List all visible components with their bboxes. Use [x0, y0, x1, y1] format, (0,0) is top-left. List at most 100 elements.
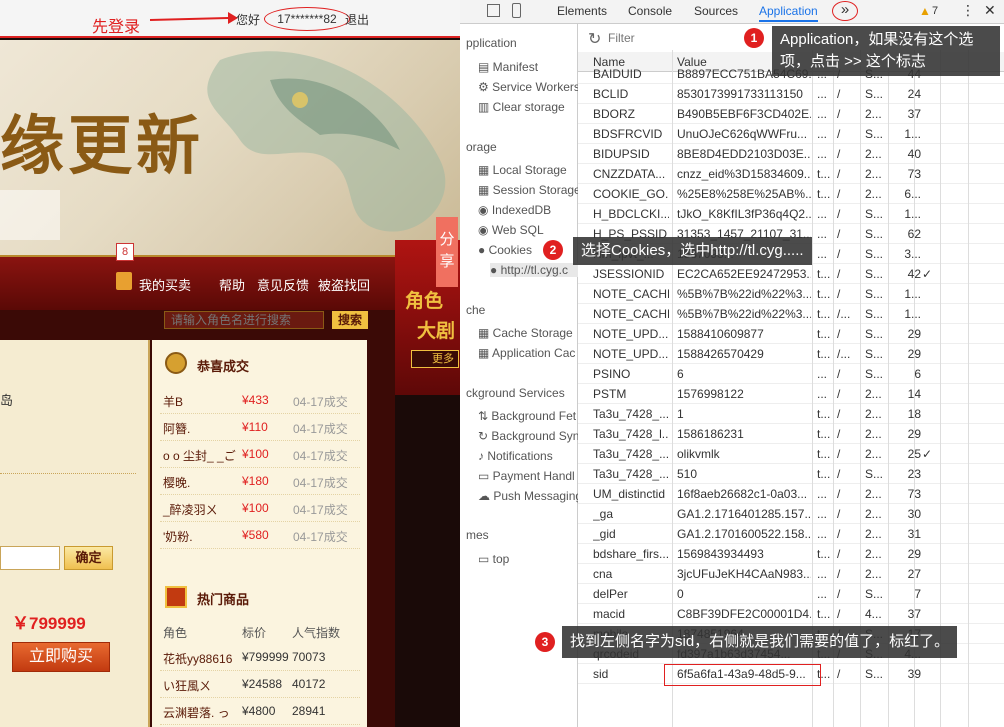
sidebar-item-clear-storage[interactable]: ▥ Clear storage: [478, 100, 565, 114]
deal-price: ¥180: [242, 474, 269, 488]
nav-recover[interactable]: 被盗找回: [318, 275, 370, 294]
cookie-c4: /: [837, 667, 841, 681]
cookie-icon: ●: [478, 243, 489, 257]
cookie-value: 8530173991733113150: [677, 87, 803, 101]
trophy-icon: [165, 352, 187, 374]
cookie-name: NOTE_UPD...: [593, 327, 669, 341]
more-tabs-button[interactable]: »: [832, 1, 858, 21]
sidebar-item-service-workers[interactable]: ⚙ Service Workers: [478, 80, 580, 94]
step-2-badge: 2: [543, 240, 563, 260]
sync-icon: ⇅: [478, 409, 492, 423]
cookie-c4: /: [837, 587, 841, 601]
sidebar-item-label: Cache Storage: [492, 326, 573, 340]
file-icon: ▤: [478, 60, 493, 74]
warning-icon: ▲: [919, 4, 931, 18]
cookie-name: sid: [593, 667, 609, 681]
cookie-name: PSTM: [593, 387, 627, 401]
menu-icon[interactable]: ⋮: [961, 2, 975, 19]
sidebar-item-app-cache[interactable]: ▦ Application Cac: [478, 346, 575, 360]
confirm-button[interactable]: 确定: [64, 546, 113, 570]
share-tab[interactable]: 分享: [436, 217, 458, 287]
sidebar-item-payment[interactable]: ▭ Payment Handl: [478, 469, 575, 483]
tab-elements[interactable]: Elements: [557, 4, 607, 18]
deal-row[interactable]: 樱晚. ¥180 04-17成交: [160, 468, 360, 495]
more-button[interactable]: 更多: [411, 350, 459, 368]
cookie-name: BIDUPSID: [593, 147, 650, 161]
cookie-value: cnzz_eid%3D15834609...: [677, 167, 811, 181]
cookie-c6: 1...: [904, 287, 921, 301]
search-button[interactable]: 搜索: [332, 311, 368, 329]
sidebar-item-label: http://tl.cyg.c: [500, 263, 568, 277]
sidebar-item-session-storage[interactable]: ▦ Session Storage: [478, 183, 581, 197]
cookie-c4: /: [837, 227, 841, 241]
close-icon[interactable]: ✕: [984, 2, 996, 19]
sidebar-item-label: Manifest: [492, 60, 539, 74]
deal-name: 羊B: [163, 395, 184, 409]
cookie-value: 16f8aeb26682c1-0a03...: [677, 487, 808, 501]
nav-feedback[interactable]: 意见反馈: [257, 275, 309, 294]
device-toolbar-icon[interactable]: [512, 3, 521, 18]
refresh-icon[interactable]: ↻: [588, 29, 601, 49]
nav-my-buy[interactable]: 我的买卖: [139, 275, 191, 294]
ad-text-2: 大剧: [417, 321, 456, 342]
hot-name: 云渊碧落. っ: [163, 706, 230, 720]
buy-now-button[interactable]: 立即购买: [12, 642, 110, 672]
cookie-c5: S...: [865, 87, 884, 101]
sidebar-item-indexeddb[interactable]: ◉ IndexedDB: [478, 203, 551, 217]
cookie-value: 1588410609877: [677, 327, 764, 341]
cookie-c5: S...: [865, 367, 884, 381]
deal-row[interactable]: '奶粉. ¥580 04-17成交: [160, 522, 360, 549]
deal-date: 04-17成交: [293, 395, 348, 409]
quantity-input[interactable]: [0, 546, 60, 570]
sidebar-item-bg-sync[interactable]: ↻ Background Syn: [478, 429, 579, 443]
cookie-c4: /: [837, 87, 841, 101]
sidebar-item-label: Background Syn: [491, 429, 580, 443]
sidebar-head-background: ckground Services: [466, 386, 565, 400]
nav-help[interactable]: 帮助: [219, 275, 245, 294]
deal-name: o o 尘封_ _ご: [163, 449, 236, 463]
deal-price: ¥100: [242, 447, 269, 461]
tab-application[interactable]: Application: [759, 4, 818, 22]
tab-console[interactable]: Console: [628, 4, 672, 18]
cookie-c6: 25: [895, 447, 921, 461]
sidebar-item-cookies[interactable]: ● Cookies: [478, 243, 532, 257]
username[interactable]: 17*******82: [264, 7, 350, 31]
cookie-c4: /: [837, 387, 841, 401]
cookie-c6: 37: [895, 607, 921, 621]
deal-row[interactable]: _醉凌羽ㄨ ¥100 04-17成交: [160, 495, 360, 522]
search-input[interactable]: [164, 311, 324, 329]
cookie-c6: 42: [895, 267, 921, 281]
sidebar-item-notifications[interactable]: ♪ Notifications: [478, 449, 553, 463]
filter-input[interactable]: [608, 29, 748, 47]
deal-name: _醉凌羽ㄨ: [163, 503, 218, 517]
deal-row[interactable]: o o 尘封_ _ご ¥100 04-17成交: [160, 441, 360, 468]
inspect-icon[interactable]: [487, 4, 500, 17]
sidebar-item-local-storage[interactable]: ▦ Local Storage: [478, 163, 567, 177]
sidebar-item-top[interactable]: ▭ top: [478, 552, 509, 566]
sidebar-item-websql[interactable]: ◉ Web SQL: [478, 223, 544, 237]
cookie-name: _ga: [593, 507, 614, 521]
sidebar-item-manifest[interactable]: ▤ Manifest: [478, 60, 538, 74]
cookie-c6: 29: [895, 547, 921, 561]
deal-price: ¥433: [242, 393, 269, 407]
cookie-c6: 40: [895, 147, 921, 161]
cloud-icon: ☁: [478, 489, 494, 503]
sidebar-item-cookie-site[interactable]: ● http://tl.cyg.c: [490, 263, 578, 277]
deal-row[interactable]: 阿簪. ¥110 04-17成交: [160, 414, 360, 441]
hot-row[interactable]: 云渊碧落. っ ¥4800 28941: [160, 698, 360, 725]
deal-date: 04-17成交: [293, 530, 348, 544]
sidebar-item-cache-storage[interactable]: ▦ Cache Storage: [478, 326, 573, 340]
deal-row[interactable]: 羊B ¥433 04-17成交: [160, 387, 360, 414]
sidebar-item-label: Push Messaging: [493, 489, 583, 503]
deal-date: 04-17成交: [293, 503, 348, 517]
logout-link[interactable]: 退出: [345, 11, 369, 28]
sidebar-item-label: Notifications: [487, 449, 553, 463]
sidebar-item-bg-fetch[interactable]: ⇅ Background Fet: [478, 409, 576, 423]
tab-sources[interactable]: Sources: [694, 4, 738, 18]
hot-row[interactable]: 花祇yy88616 ¥799999 70073: [160, 644, 360, 671]
cookie-c6: 27: [895, 567, 921, 581]
hot-row[interactable]: い狂風ㄨ ¥24588 40172: [160, 671, 360, 698]
sidebar-item-label: top: [492, 552, 510, 566]
cookie-value: olikvmlk: [677, 447, 720, 461]
sidebar-item-push[interactable]: ☁ Push Messaging: [478, 489, 582, 503]
